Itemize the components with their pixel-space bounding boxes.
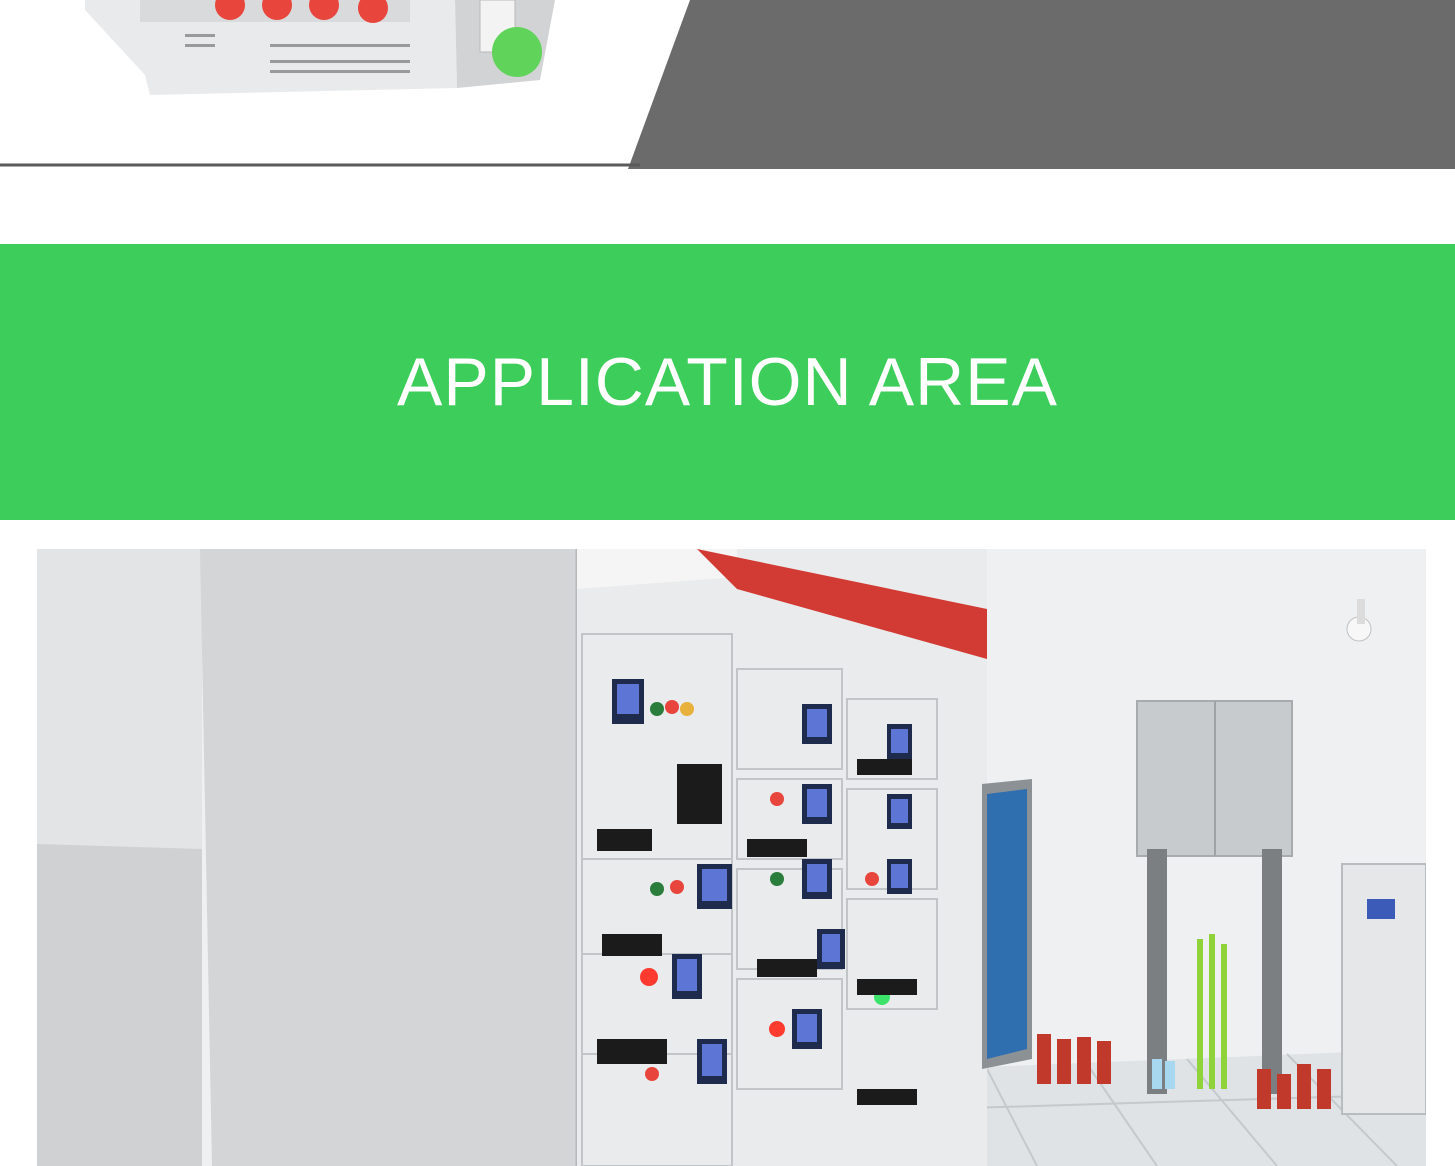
- product-banner: [0, 0, 1455, 172]
- product-meter-photo: [85, 0, 555, 95]
- section-title: APPLICATION AREA: [397, 344, 1058, 420]
- section-header-band: APPLICATION AREA: [0, 244, 1455, 520]
- switchgear-room-photo: [37, 549, 1426, 1166]
